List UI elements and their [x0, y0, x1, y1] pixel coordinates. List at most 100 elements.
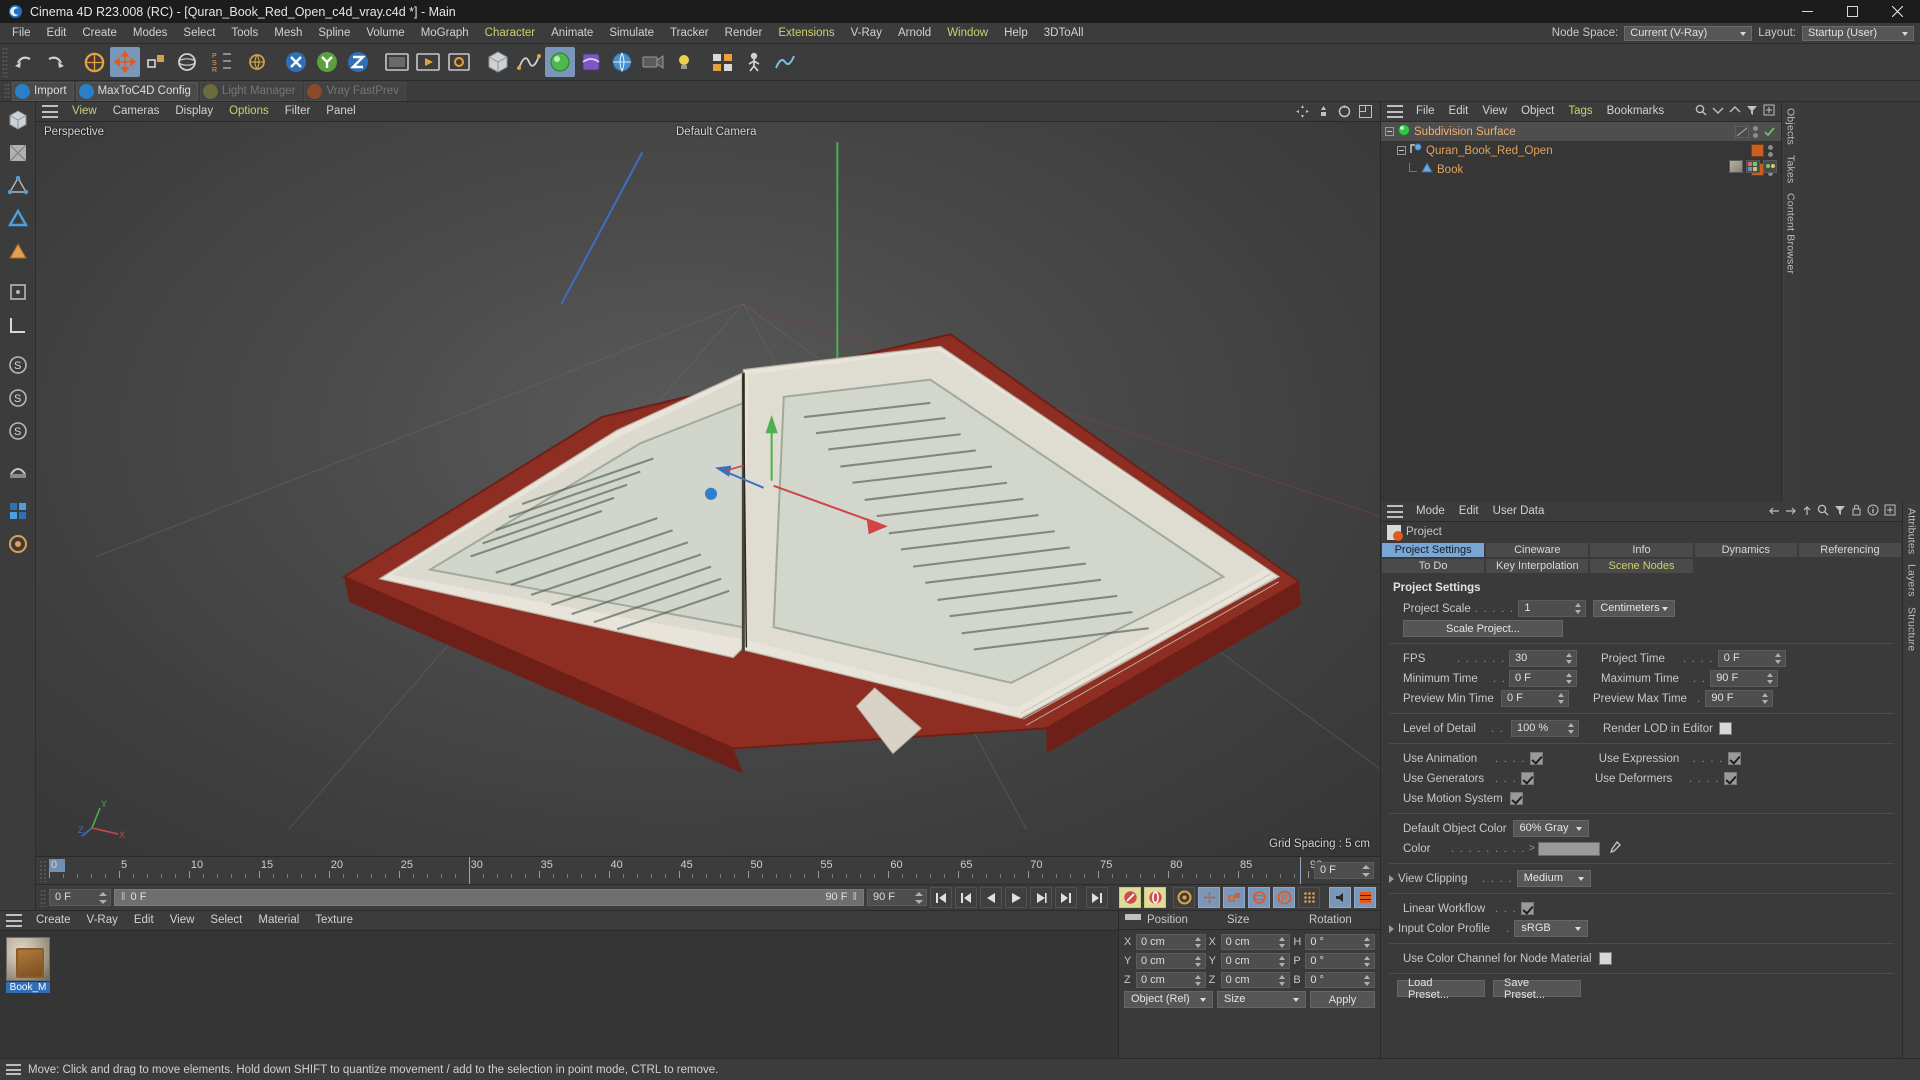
import-button[interactable]: Import	[12, 81, 74, 101]
move-tool-button[interactable]	[110, 47, 140, 77]
menu-character[interactable]: Character	[477, 23, 544, 44]
menu-3dtoall[interactable]: 3DToAll	[1036, 23, 1092, 44]
lock-z-axis-button[interactable]	[343, 47, 373, 77]
tab-referencing[interactable]: Referencing	[1797, 542, 1903, 558]
size-x-field[interactable]: 0 cm	[1220, 934, 1291, 950]
collapse-icon[interactable]	[1712, 104, 1724, 119]
menu-animate[interactable]: Animate	[543, 23, 601, 44]
add-cube-button[interactable]	[483, 47, 513, 77]
menu-create[interactable]: Create	[74, 23, 125, 44]
fps-field[interactable]: 30	[1509, 650, 1577, 667]
layout-grid-button[interactable]	[2, 495, 34, 527]
project-scale-unit-dropdown[interactable]: Centimeters	[1593, 600, 1676, 617]
previous-keyframe-button[interactable]	[955, 887, 977, 908]
add-camera-button[interactable]	[638, 47, 668, 77]
mograph-button[interactable]	[708, 47, 738, 77]
render-view-button[interactable]	[382, 47, 412, 77]
visibility-toggles[interactable]	[1753, 125, 1758, 138]
menu-file[interactable]: File	[4, 23, 39, 44]
go-to-end-button[interactable]	[1086, 887, 1108, 908]
om-menu-bookmarks[interactable]: Bookmarks	[1600, 102, 1672, 121]
world-object-toggle-button[interactable]	[242, 47, 272, 77]
enable-axis-button[interactable]	[2, 276, 34, 308]
new-group-icon[interactable]	[1763, 104, 1775, 119]
add-light-button[interactable]	[669, 47, 699, 77]
material-menu-material[interactable]: Material	[250, 911, 307, 930]
next-frame-button[interactable]	[1030, 887, 1052, 908]
menu-tools[interactable]: Tools	[223, 23, 266, 44]
object-row-quran-book[interactable]: Quran_Book_Red_Open	[1381, 141, 1781, 160]
level-of-detail-field[interactable]: 100 %	[1511, 720, 1579, 737]
keyframe-settings-button[interactable]	[1173, 887, 1195, 908]
tab-project-settings[interactable]: Project Settings	[1381, 542, 1486, 558]
menu-extensions[interactable]: Extensions	[770, 23, 842, 44]
coordinate-size-dropdown[interactable]: Size	[1217, 991, 1306, 1008]
vtab-structure[interactable]: Structure	[1906, 607, 1918, 651]
vtab-layers[interactable]: Layers	[1906, 564, 1918, 597]
input-color-profile-expand-icon[interactable]	[1389, 924, 1394, 933]
viewport-menu-filter[interactable]: Filter	[277, 102, 319, 121]
pan-view-icon[interactable]	[1296, 105, 1309, 118]
om-menu-edit[interactable]: Edit	[1442, 102, 1476, 121]
key-rotation-button[interactable]	[1248, 887, 1270, 908]
tab-dynamics[interactable]: Dynamics	[1693, 542, 1798, 558]
menu-window[interactable]: Window	[939, 23, 996, 44]
status-hamburger-icon[interactable]	[6, 1064, 21, 1075]
menu-tracker[interactable]: Tracker	[662, 23, 717, 44]
apply-button[interactable]: Apply	[1310, 991, 1375, 1008]
transport-grip[interactable]	[40, 888, 46, 907]
rotation-h-field[interactable]: 0 °	[1305, 934, 1376, 950]
lock-y-axis-button[interactable]	[312, 47, 342, 77]
menu-modes[interactable]: Modes	[125, 23, 176, 44]
menu-simulate[interactable]: Simulate	[601, 23, 662, 44]
color-swatch[interactable]	[1537, 841, 1600, 856]
simulate-button[interactable]	[770, 47, 800, 77]
texture-mode-button[interactable]	[2, 137, 34, 169]
material-menu-create[interactable]: Create	[28, 911, 79, 930]
render-to-picture-viewer-button[interactable]	[413, 47, 443, 77]
menu-select[interactable]: Select	[175, 23, 223, 44]
vtab-objects[interactable]: Objects	[1785, 108, 1797, 145]
redo-button[interactable]	[40, 47, 70, 77]
search-icon[interactable]	[1695, 104, 1707, 119]
toolbar-grip[interactable]	[2, 47, 8, 77]
save-preset-button[interactable]: Save Preset...	[1493, 977, 1581, 1001]
minimum-time-field[interactable]: 0 F	[1509, 670, 1577, 687]
input-color-profile-dropdown[interactable]: sRGB	[1514, 920, 1589, 937]
viewport-menu-cameras[interactable]: Cameras	[105, 102, 168, 121]
om-menu-view[interactable]: View	[1475, 102, 1514, 121]
default-object-color-dropdown[interactable]: 60% Gray	[1512, 820, 1589, 837]
tab-cineware[interactable]: Cineware	[1485, 542, 1590, 558]
selection-tag-icon[interactable]	[1763, 160, 1777, 173]
psr-coordinate-button[interactable]: PSR	[203, 47, 241, 77]
point-mode-button[interactable]	[2, 170, 34, 202]
zoom-view-icon[interactable]	[1317, 105, 1330, 118]
light-manager-button[interactable]: Light Manager	[199, 81, 303, 101]
forward-arrow-icon[interactable]	[1785, 505, 1797, 519]
minimize-button[interactable]	[1785, 0, 1830, 23]
viewport-3d[interactable]: Perspective Default Camera Grid Spacing …	[36, 122, 1380, 856]
position-x-field[interactable]: 0 cm	[1136, 934, 1206, 950]
color-expand-icon[interactable]: >	[1529, 843, 1535, 854]
add-deformer-button[interactable]	[576, 47, 606, 77]
material-list[interactable]: Book_M	[0, 931, 1118, 1058]
preview-range-bar[interactable]: ‖ 0 F 90 F ‖	[114, 889, 864, 906]
timeline-track[interactable]: 051015202530354045505560657075808590	[49, 857, 1322, 884]
material-menu-texture[interactable]: Texture	[307, 911, 361, 930]
current-frame-field[interactable]: 0 F	[49, 889, 111, 906]
deformer-palette-button[interactable]	[2, 455, 34, 487]
back-arrow-icon[interactable]	[1768, 505, 1780, 519]
material-menu-vray[interactable]: V-Ray	[79, 911, 126, 930]
vtab-attributes[interactable]: Attributes	[1906, 508, 1918, 554]
workplane-button[interactable]	[2, 309, 34, 341]
vtab-takes[interactable]: Takes	[1785, 155, 1797, 183]
node-space-dropdown[interactable]: Current (V-Ray)	[1624, 25, 1753, 41]
object-row-book[interactable]: Book	[1381, 160, 1781, 179]
close-button[interactable]	[1875, 0, 1920, 23]
lock-icon[interactable]	[1851, 504, 1862, 519]
scale-project-button[interactable]: Scale Project...	[1403, 620, 1563, 637]
character-tools-button[interactable]	[739, 47, 769, 77]
max-frame-field[interactable]: 90 F	[867, 889, 927, 906]
menu-arnold[interactable]: Arnold	[890, 23, 939, 44]
project-time-field[interactable]: 0 F	[1717, 650, 1786, 667]
